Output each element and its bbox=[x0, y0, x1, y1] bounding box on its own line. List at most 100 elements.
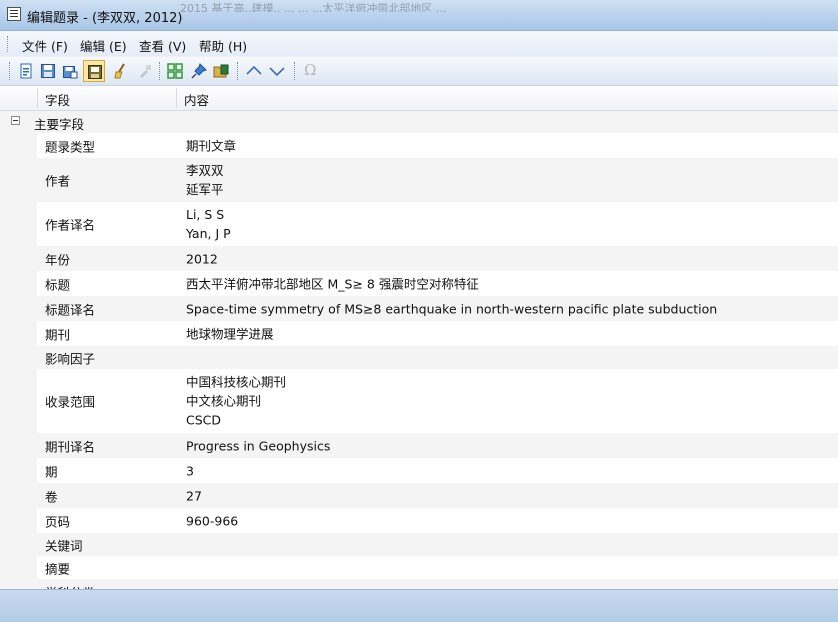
table-row[interactable]: 作者 李双双 延军平 bbox=[0, 158, 838, 202]
field-value[interactable]: Progress in Geophysics bbox=[186, 436, 330, 455]
row-indent bbox=[0, 158, 37, 202]
row-indent bbox=[0, 346, 37, 369]
pin-button[interactable] bbox=[188, 60, 210, 82]
menu-view[interactable]: 查看 (V) bbox=[139, 36, 186, 55]
field-value[interactable]: 2012 bbox=[186, 249, 218, 268]
table-row[interactable]: 期3 bbox=[0, 458, 838, 483]
window-title: 编辑题录 - (李双双, 2012) bbox=[27, 11, 183, 26]
expand-all-button[interactable] bbox=[164, 60, 186, 82]
arrow-up-icon bbox=[246, 65, 262, 75]
field-value-line: Progress in Geophysics bbox=[186, 438, 331, 453]
table-row[interactable]: 期刊 地球物理学进展 bbox=[0, 321, 838, 346]
row-indent bbox=[0, 369, 37, 433]
move-down-button[interactable] bbox=[266, 60, 288, 82]
row-indent bbox=[0, 271, 37, 296]
field-name: 学科分类 bbox=[45, 582, 95, 589]
field-name: 收录范围 bbox=[45, 394, 96, 410]
table-row[interactable]: 学科分类 bbox=[0, 579, 838, 589]
column-header-content[interactable]: 内容 bbox=[184, 90, 209, 109]
field-value-line: Space-time symmetry of MS≥8 earthquake i… bbox=[186, 301, 718, 316]
field-name: 年份 bbox=[45, 252, 71, 267]
field-value[interactable]: 地球物理学进展 bbox=[186, 324, 274, 343]
toolbar: Ω bbox=[0, 57, 838, 86]
table-row[interactable]: 标题 西太平洋俯冲带北部地区 M_S≥ 8 强震时空对称特征 bbox=[0, 271, 838, 296]
table-row[interactable]: 收录范围 中国科技核心期刊 中文核心期刊 CSCD bbox=[0, 369, 838, 433]
group-label: 主要字段 bbox=[34, 117, 85, 132]
field-value[interactable]: Li, S S Yan, J P bbox=[186, 205, 231, 243]
field-value[interactable]: 西太平洋俯冲带北部地区 M_S≥ 8 强震时空对称特征 bbox=[186, 274, 479, 293]
new-button[interactable] bbox=[15, 60, 37, 82]
column-separator[interactable] bbox=[176, 88, 177, 108]
row-indent bbox=[0, 296, 37, 321]
toolbar-separator bbox=[237, 62, 241, 80]
table-row[interactable]: 年份 2012 bbox=[0, 246, 838, 271]
field-value[interactable]: 期刊文章 bbox=[186, 136, 236, 155]
row-indent bbox=[0, 508, 37, 533]
edit-record-window: 2015 基于高..建模.. ... ... ...太平洋俯冲带北部地区 ...… bbox=[0, 0, 838, 622]
field-value-line: 延军平 bbox=[186, 182, 224, 197]
field-name: 作者 bbox=[45, 173, 71, 189]
save-copy-icon bbox=[63, 66, 78, 79]
table-row[interactable]: 期刊译名 Progress in Geophysics bbox=[0, 433, 838, 458]
field-value[interactable]: Space-time symmetry of MS≥8 earthquake i… bbox=[186, 299, 717, 318]
field-value-line: Li, S S bbox=[186, 207, 225, 222]
open-folder-button[interactable] bbox=[210, 60, 232, 82]
new-page-icon bbox=[20, 63, 32, 79]
field-value-line: 960-966 bbox=[186, 513, 239, 528]
menu-help[interactable]: 帮助 (H) bbox=[199, 36, 247, 55]
table-row[interactable]: 卷 27 bbox=[0, 483, 838, 508]
save-icon bbox=[41, 64, 55, 78]
field-name: 作者译名 bbox=[45, 217, 96, 233]
table-row[interactable]: 题录类型 期刊文章 bbox=[0, 133, 838, 158]
menu-grip[interactable] bbox=[7, 36, 11, 52]
field-value-line: 27 bbox=[186, 488, 202, 503]
collapse-toggle-icon[interactable] bbox=[11, 116, 20, 125]
table-row[interactable]: 摘要 bbox=[0, 556, 838, 579]
field-name: 题录类型 bbox=[45, 139, 96, 154]
field-name: 标题译名 bbox=[45, 302, 96, 317]
clean-broom-icon bbox=[114, 63, 125, 79]
table-row[interactable]: 作者译名 Li, S S Yan, J P bbox=[0, 202, 838, 246]
table-row[interactable]: 标题译名 Space-time symmetry of MS≥8 earthqua… bbox=[0, 296, 838, 321]
field-grid: 字段 内容 主要字段 题录类型 期刊文章作者 李双双 延军平作者译名 Li, S S Ya… bbox=[0, 86, 838, 589]
toolbar-grip[interactable] bbox=[9, 62, 13, 80]
row-indent bbox=[0, 433, 37, 458]
save-close-button[interactable] bbox=[83, 60, 105, 82]
pin-icon bbox=[191, 63, 207, 79]
field-name: 影响因子 bbox=[45, 351, 96, 366]
field-value[interactable]: 960-966 bbox=[186, 511, 238, 530]
grid-header: 字段 内容 bbox=[0, 86, 838, 111]
column-header-field[interactable]: 字段 bbox=[45, 90, 70, 109]
disabled-tool-button[interactable] bbox=[134, 60, 156, 82]
toolbar-separator bbox=[294, 62, 298, 80]
open-folder-icon bbox=[213, 64, 229, 78]
row-indent bbox=[0, 483, 37, 508]
row-indent bbox=[0, 458, 37, 483]
field-name: 关键词 bbox=[45, 538, 83, 553]
field-value[interactable]: 27 bbox=[186, 486, 202, 505]
field-value[interactable]: 李双双 延军平 bbox=[186, 161, 224, 199]
clean-button[interactable] bbox=[110, 60, 132, 82]
group-main-fields[interactable]: 主要字段 bbox=[0, 111, 838, 133]
field-value-line: 西太平洋俯冲带北部地区 M_S≥ 8 强震时空对称特征 bbox=[186, 276, 479, 291]
move-up-button[interactable] bbox=[243, 60, 265, 82]
save-close-icon bbox=[88, 65, 102, 79]
field-name: 期刊译名 bbox=[45, 439, 96, 454]
insert-symbol-button[interactable]: Ω bbox=[300, 60, 322, 82]
expand-all-icon bbox=[167, 63, 183, 79]
field-value[interactable]: 中国科技核心期刊 中文核心期刊 CSCD bbox=[186, 373, 286, 430]
menu-file[interactable]: 文件 (F) bbox=[22, 36, 68, 55]
table-row[interactable]: 关键词 bbox=[0, 533, 838, 556]
row-indent bbox=[0, 533, 37, 556]
field-value[interactable]: 3 bbox=[186, 461, 194, 480]
table-row[interactable]: 页码 960-966 bbox=[0, 508, 838, 533]
table-row[interactable]: 影响因子 bbox=[0, 346, 838, 369]
column-separator[interactable] bbox=[37, 88, 38, 108]
save-copy-button[interactable] bbox=[59, 60, 81, 82]
bottom-bar bbox=[0, 589, 838, 622]
title-bar[interactable]: 2015 基于高..建模.. ... ... ...太平洋俯冲带北部地区 ...… bbox=[0, 0, 838, 31]
field-name: 期 bbox=[45, 464, 58, 479]
menu-edit[interactable]: 编辑 (E) bbox=[80, 36, 127, 55]
field-name: 页码 bbox=[45, 514, 71, 529]
save-button[interactable] bbox=[37, 60, 59, 82]
